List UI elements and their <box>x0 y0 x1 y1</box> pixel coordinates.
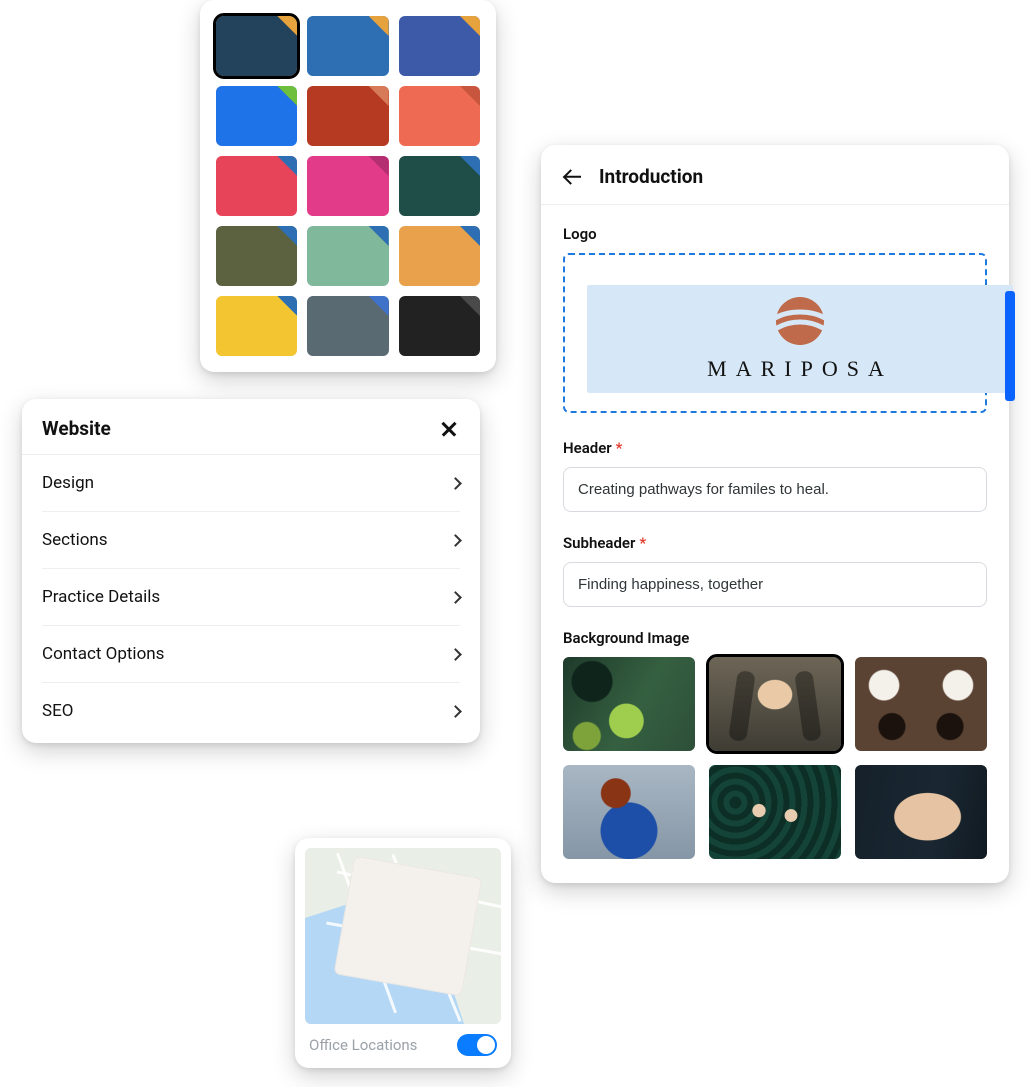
swatch-accent-corner <box>277 296 297 316</box>
chevron-right-icon <box>449 705 462 718</box>
office-locations-toggle[interactable] <box>457 1034 497 1056</box>
color-swatch[interactable] <box>399 156 480 216</box>
chevron-right-icon <box>449 534 462 547</box>
mariposa-logo-icon <box>771 296 829 346</box>
subheader-field-label: Subheader* <box>563 534 987 552</box>
chevron-right-icon <box>449 648 462 661</box>
color-swatch[interactable] <box>399 296 480 356</box>
required-marker: * <box>616 439 623 457</box>
color-swatch[interactable] <box>399 226 480 286</box>
introduction-header: Introduction <box>541 145 1009 205</box>
swatch-accent-corner <box>369 16 389 36</box>
swatch-accent-corner <box>277 226 297 246</box>
color-swatch[interactable] <box>216 86 297 146</box>
swatch-accent-corner <box>460 226 480 246</box>
website-menu-item-label: Practice Details <box>42 587 160 607</box>
color-swatch[interactable] <box>399 16 480 76</box>
mariposa-wordmark: MARIPOSA <box>707 356 893 382</box>
logo-dropzone[interactable]: MARIPOSA <box>563 253 987 413</box>
color-swatch[interactable] <box>216 16 297 76</box>
swatch-accent-corner <box>277 16 297 36</box>
introduction-title: Introduction <box>599 165 703 188</box>
office-locations-footer: Office Locations <box>305 1024 501 1058</box>
website-menu-item[interactable]: SEO <box>42 683 460 743</box>
swatch-accent-corner <box>369 226 389 246</box>
swatch-accent-corner <box>369 86 389 106</box>
color-swatch[interactable] <box>307 296 388 356</box>
background-image-thumb-family-walk[interactable] <box>709 657 841 751</box>
swatch-accent-corner <box>460 16 480 36</box>
website-menu-item[interactable]: Sections <box>42 512 460 569</box>
color-swatch[interactable] <box>307 226 388 286</box>
background-image-thumb-coffee-table[interactable] <box>855 657 987 751</box>
color-palette-card <box>200 0 496 372</box>
website-menu-item-label: Contact Options <box>42 644 164 664</box>
color-swatch[interactable] <box>216 226 297 286</box>
website-menu-list: Design Sections Practice Details Contact Op… <box>22 455 480 743</box>
office-locations-label: Office Locations <box>309 1036 417 1054</box>
website-menu-item[interactable]: Design <box>42 455 460 512</box>
color-swatch[interactable] <box>307 156 388 216</box>
header-input[interactable] <box>563 467 987 512</box>
website-menu-item-label: Design <box>42 473 94 493</box>
website-menu-item-label: SEO <box>42 701 73 721</box>
logo-field-label: Logo <box>563 225 987 243</box>
website-settings-title: Website <box>42 417 111 440</box>
color-swatch[interactable] <box>216 296 297 356</box>
chevron-right-icon <box>449 477 462 490</box>
swatch-accent-corner <box>277 156 297 176</box>
color-swatch[interactable] <box>307 86 388 146</box>
website-menu-item[interactable]: Contact Options <box>42 626 460 683</box>
website-menu-item-label: Sections <box>42 530 108 550</box>
color-swatch-grid <box>216 16 480 356</box>
swatch-accent-corner <box>460 296 480 316</box>
map-preview[interactable] <box>305 848 501 1024</box>
map-roads-decor <box>305 848 501 1024</box>
background-image-grid <box>563 657 987 859</box>
map-pin-icon <box>384 879 422 925</box>
chevron-right-icon <box>449 591 462 604</box>
header-field-label: Header* <box>563 439 987 457</box>
website-settings-card: Website Design Sections Practice Details Co… <box>22 399 480 743</box>
color-swatch[interactable] <box>399 86 480 146</box>
office-locations-card: Office Locations <box>295 838 511 1068</box>
introduction-panel: Introduction Logo MARIPOSA Header* Sub <box>541 145 1009 883</box>
subheader-input[interactable] <box>563 562 987 607</box>
back-arrow-icon[interactable] <box>563 166 585 188</box>
website-menu-item[interactable]: Practice Details <box>42 569 460 626</box>
background-image-thumb-holding-hands[interactable] <box>855 765 987 859</box>
background-image-label: Background Image <box>563 629 987 647</box>
swatch-accent-corner <box>277 86 297 106</box>
color-swatch[interactable] <box>216 156 297 216</box>
close-icon[interactable] <box>438 418 460 440</box>
logo-crop-handle[interactable] <box>1005 291 1015 401</box>
logo-preview: MARIPOSA <box>587 285 1013 393</box>
background-image-thumb-person-laughing[interactable] <box>563 765 695 859</box>
swatch-accent-corner <box>369 156 389 176</box>
website-settings-header: Website <box>22 399 480 455</box>
swatch-accent-corner <box>460 86 480 106</box>
swatch-accent-corner <box>460 156 480 176</box>
required-marker: * <box>639 534 646 552</box>
color-swatch[interactable] <box>307 16 388 76</box>
background-image-thumb-green-tubes[interactable] <box>709 765 841 859</box>
swatch-accent-corner <box>369 296 389 316</box>
background-image-thumb-greens-kiwi[interactable] <box>563 657 695 751</box>
